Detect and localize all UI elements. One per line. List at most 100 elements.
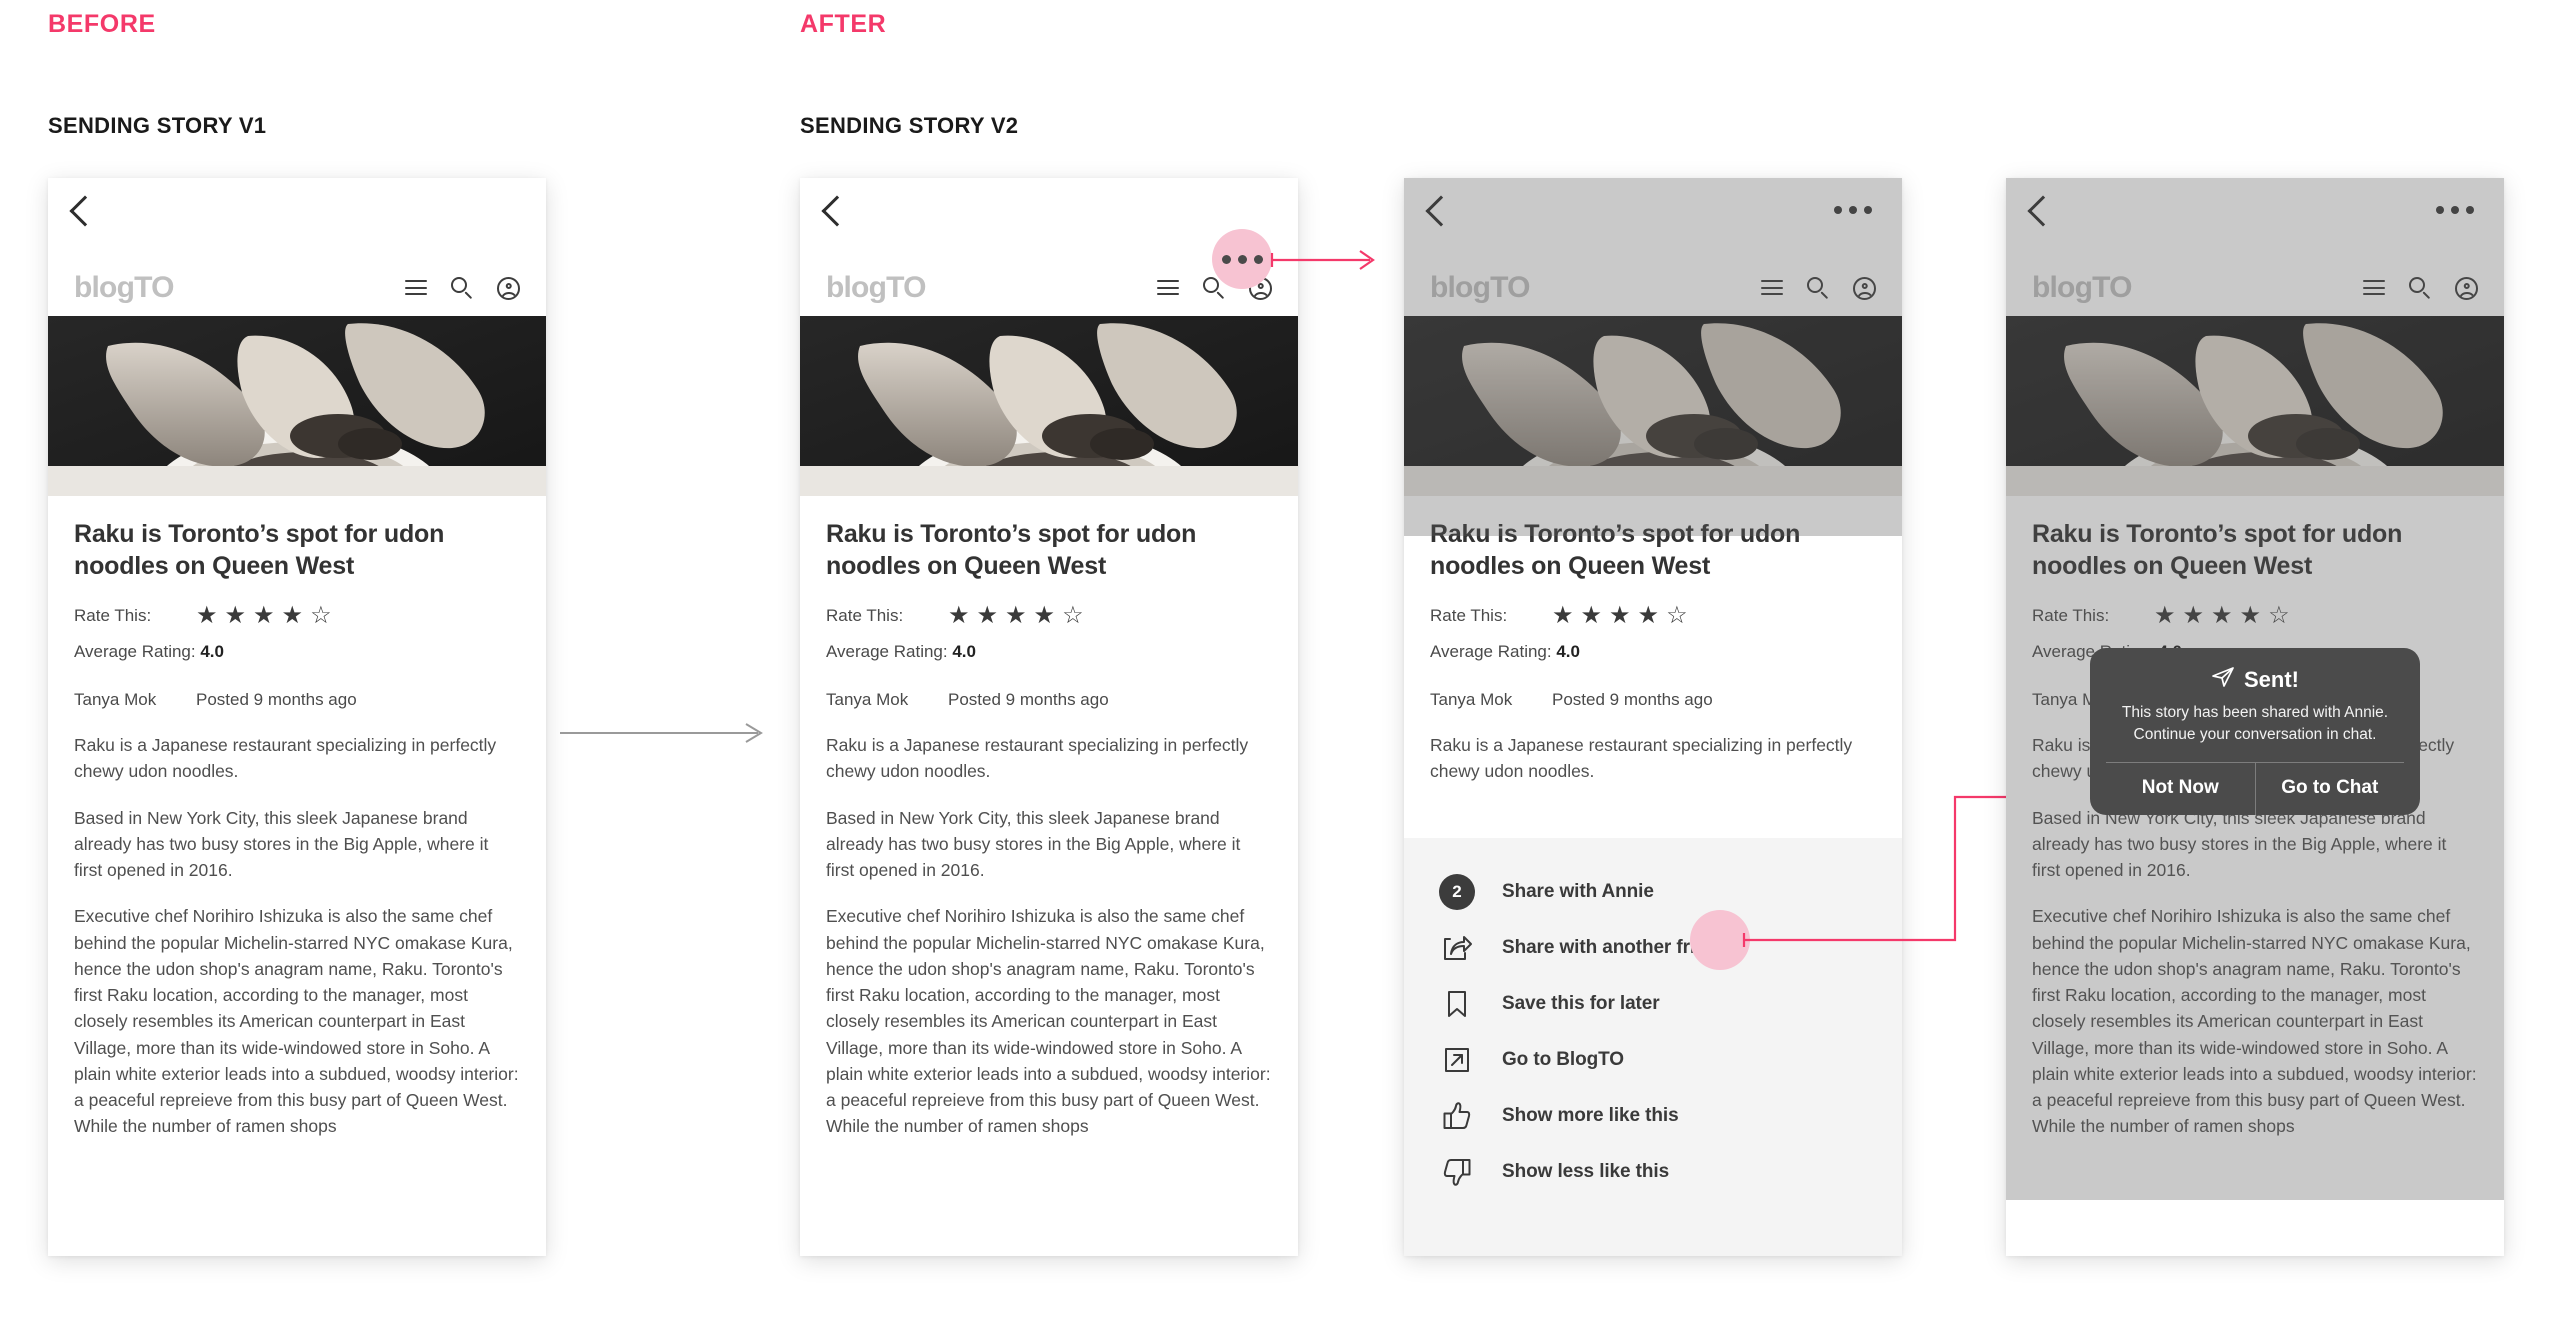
article-hero-image xyxy=(48,316,546,496)
byline: Tanya Mok Posted 9 months ago xyxy=(74,690,520,710)
article-body-v1: Raku is Toronto’s spot for udon noodles … xyxy=(48,496,546,1140)
flow-arrow-pink-top xyxy=(1270,248,1382,272)
unread-count-badge: 2 xyxy=(1439,874,1475,910)
star-outline-icon[interactable]: ☆ xyxy=(310,604,332,628)
star-outline-icon[interactable]: ☆ xyxy=(1062,604,1084,628)
article-paragraph: Raku is a Japanese restaurant specializi… xyxy=(74,735,497,782)
sheet-item-show-less-like-this[interactable]: Show less like this xyxy=(1404,1144,1902,1200)
article-title: Raku is Toronto’s spot for udon noodles … xyxy=(826,520,1197,580)
star-icon[interactable]: ★ xyxy=(948,604,970,628)
not-now-button[interactable]: Not Now xyxy=(2106,763,2255,815)
sheet-item-label: Show more like this xyxy=(1502,1105,1679,1126)
rating-row: Rate This: ★ ★ ★ ★ ☆ xyxy=(74,604,520,628)
article-paragraph: Executive chef Norihiro Ishizuka is also… xyxy=(74,906,519,1137)
phone-screen-share-menu: blogTO Raku is Toronto’s spot for udon n… xyxy=(1404,178,1902,1256)
average-rating-row: Average Rating: 4.0 xyxy=(74,642,520,662)
star-icon[interactable]: ★ xyxy=(225,604,247,628)
rate-this-label: Rate This: xyxy=(74,606,152,625)
star-icon[interactable]: ★ xyxy=(1034,604,1056,628)
article-hero-image xyxy=(800,316,1298,496)
search-icon[interactable] xyxy=(451,277,473,300)
sheet-item-label: Go to BlogTO xyxy=(1502,1049,1624,1070)
average-rating-value: 4.0 xyxy=(952,642,976,661)
toast-message: This story has been shared with Annie. C… xyxy=(2121,704,2389,743)
phone-screen-v2: blogTO Raku is Toronto’s spot for udon n… xyxy=(800,178,1298,1256)
v2-section-title: SENDING STORY V2 xyxy=(800,113,1019,138)
sheet-item-label: Show less like this xyxy=(1502,1161,1670,1182)
posted-date: Posted 9 months ago xyxy=(948,690,1109,709)
average-rating-value: 4.0 xyxy=(1556,642,1580,661)
brand-bar-v1: blogTO xyxy=(48,260,546,316)
sheet-item-save-for-later[interactable]: Save this for later xyxy=(1404,976,1902,1032)
sheet-item-show-more-like-this[interactable]: Show more like this xyxy=(1404,1088,1902,1144)
star-icon[interactable]: ★ xyxy=(253,604,275,628)
rate-this-label: Rate This: xyxy=(1430,606,1508,625)
modal-dim-overlay[interactable] xyxy=(1404,178,1902,536)
author-name: Tanya Mok xyxy=(74,690,157,709)
author-name: Tanya Mok xyxy=(1430,690,1513,709)
posted-date: Posted 9 months ago xyxy=(1552,690,1713,709)
star-icon[interactable]: ★ xyxy=(1638,604,1660,628)
account-icon[interactable] xyxy=(497,276,520,300)
star-rating[interactable]: ★ ★ ★ ★ ☆ xyxy=(1552,604,1688,628)
after-label: AFTER xyxy=(800,10,887,38)
article-body-v2: Raku is Toronto’s spot for udon noodles … xyxy=(800,496,1298,1140)
sheet-item-label: Save this for later xyxy=(1502,993,1660,1014)
star-rating[interactable]: ★ ★ ★ ★ ☆ xyxy=(196,604,332,628)
hamburger-icon[interactable] xyxy=(405,280,427,296)
posted-date: Posted 9 months ago xyxy=(196,690,357,709)
sheet-item-go-to-blogto[interactable]: Go to BlogTO xyxy=(1404,1032,1902,1088)
toast-action-row: Not Now Go to Chat xyxy=(2106,762,2404,815)
byline: Tanya Mok Posted 9 months ago xyxy=(1430,690,1876,710)
paper-plane-icon xyxy=(2211,666,2235,694)
star-icon[interactable]: ★ xyxy=(282,604,304,628)
star-icon[interactable]: ★ xyxy=(1581,604,1603,628)
article-body-v3: Raku is Toronto’s spot for udon noodles … xyxy=(1404,496,1902,785)
share-arrow-icon xyxy=(1434,933,1480,963)
article-paragraph: Executive chef Norihiro Ishizuka is also… xyxy=(826,906,1271,1137)
sheet-item-label: Share with Annie xyxy=(1502,881,1654,902)
thumbs-up-icon xyxy=(1434,1101,1480,1131)
badge-count-icon: 2 xyxy=(1434,874,1480,910)
article-paragraph: Raku is a Japanese restaurant specializi… xyxy=(1430,735,1853,782)
go-to-chat-button[interactable]: Go to Chat xyxy=(2254,763,2405,815)
star-icon[interactable]: ★ xyxy=(1005,604,1027,628)
blogto-logo: blogTO xyxy=(74,271,174,304)
chevron-left-icon[interactable] xyxy=(821,195,853,227)
star-rating[interactable]: ★ ★ ★ ★ ☆ xyxy=(948,604,1084,628)
average-rating-label: Average Rating: xyxy=(1430,642,1552,661)
star-outline-icon[interactable]: ☆ xyxy=(1666,604,1688,628)
average-rating-label: Average Rating: xyxy=(826,642,948,661)
brand-icon-group xyxy=(405,276,520,300)
average-rating-row: Average Rating: 4.0 xyxy=(1430,642,1876,662)
author-name: Tanya Mok xyxy=(826,690,909,709)
toast-title: Sent! xyxy=(2244,667,2299,692)
rating-row: Rate This: ★ ★ ★ ★ ☆ xyxy=(826,604,1272,628)
bookmark-icon xyxy=(1434,989,1480,1019)
star-icon[interactable]: ★ xyxy=(196,604,218,628)
hamburger-icon[interactable] xyxy=(1157,280,1179,296)
average-rating-row: Average Rating: 4.0 xyxy=(826,642,1272,662)
article-paragraph: Based in New York City, this sleek Japan… xyxy=(74,807,489,881)
v1-section-title: SENDING STORY V1 xyxy=(48,113,267,138)
more-horizontal-icon xyxy=(1221,254,1263,264)
article-paragraph: Based in New York City, this sleek Japan… xyxy=(826,807,1241,881)
chevron-left-icon[interactable] xyxy=(69,195,101,227)
article-paragraph: Raku is a Japanese restaurant specializi… xyxy=(826,735,1249,782)
rate-this-label: Rate This: xyxy=(826,606,904,625)
article-title: Raku is Toronto’s spot for udon noodles … xyxy=(74,520,445,580)
star-icon[interactable]: ★ xyxy=(977,604,999,628)
rating-row: Rate This: ★ ★ ★ ★ ☆ xyxy=(1430,604,1876,628)
phone-screen-v1: blogTO Raku is Toronto’s spot for udon n… xyxy=(48,178,546,1256)
overflow-menu-hotspot[interactable] xyxy=(1212,229,1272,289)
before-label: BEFORE xyxy=(48,10,156,38)
byline: Tanya Mok Posted 9 months ago xyxy=(826,690,1272,710)
nav-bar-v1 xyxy=(48,178,546,260)
flow-canvas: BEFORE SENDING STORY V1 AFTER SENDING ST… xyxy=(0,0,2560,1334)
toast-header: Sent! xyxy=(2106,666,2404,694)
star-icon[interactable]: ★ xyxy=(1609,604,1631,628)
flow-arrow-gray xyxy=(560,722,776,744)
thumbs-down-icon xyxy=(1434,1157,1480,1187)
sent-confirmation-dialog: Sent! This story has been shared with An… xyxy=(2090,648,2420,815)
star-icon[interactable]: ★ xyxy=(1552,604,1574,628)
